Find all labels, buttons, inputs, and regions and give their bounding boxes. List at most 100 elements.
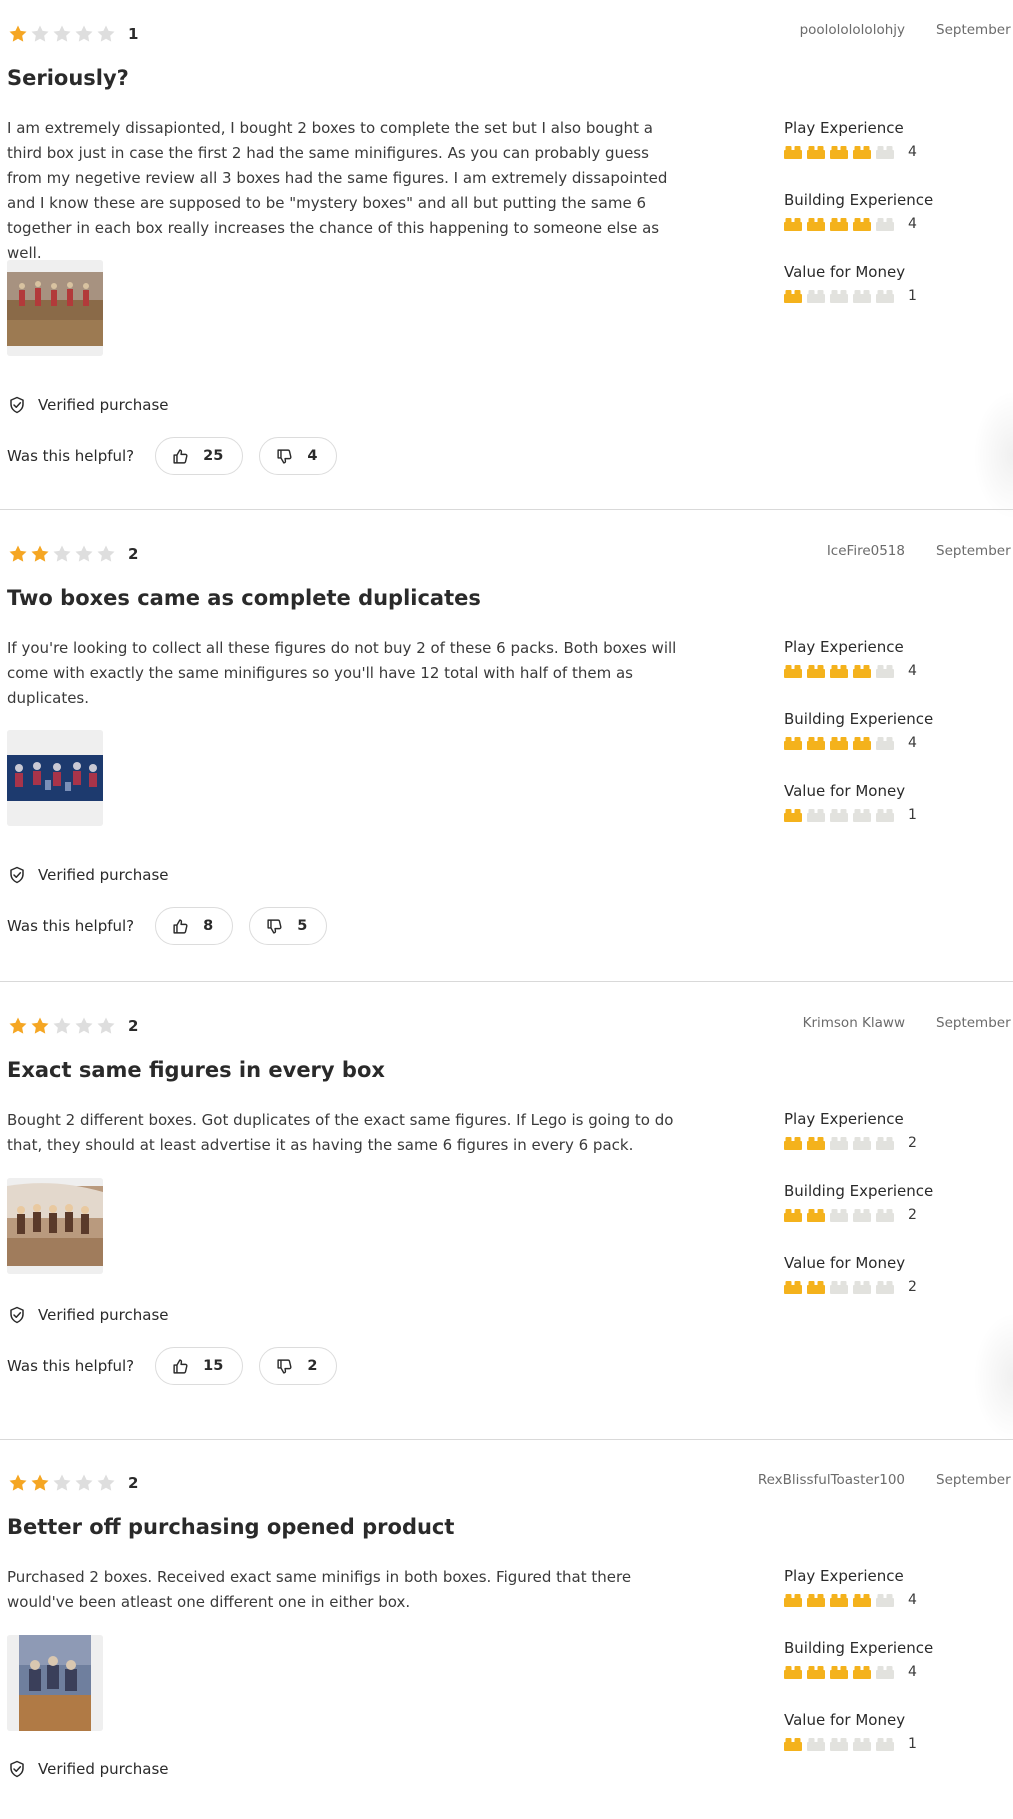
review-photo[interactable] [7, 730, 103, 826]
brick-filled-icon [830, 736, 848, 750]
attribute-rating: Value for Money 2 [784, 1254, 917, 1295]
attribute-value: 1 [908, 288, 917, 304]
brick-filled-icon [853, 1665, 871, 1679]
review-photo[interactable] [7, 260, 103, 356]
brick-empty-icon [876, 1665, 894, 1679]
attribute-label: Play Experience [784, 1567, 904, 1585]
brick-filled-icon [807, 217, 825, 231]
review-author[interactable]: Krimson Klaww [803, 1015, 905, 1031]
rating-value: 2 [128, 1017, 139, 1035]
thumbs-down-icon [277, 448, 292, 464]
attribute-value: 4 [908, 1592, 917, 1608]
helpful-row: Was this helpful? 25 4 [7, 437, 353, 475]
review-author[interactable]: RexBlissfulToaster100 [758, 1472, 905, 1488]
brick-filled-icon [784, 808, 802, 822]
verified-purchase: Verified purchase [8, 1760, 168, 1778]
star-empty-icon [97, 545, 115, 562]
helpful-no-button[interactable]: 2 [259, 1347, 338, 1385]
attribute-rating: Play Experience 4 [784, 638, 917, 679]
helpful-yes-button[interactable]: 8 [155, 907, 234, 945]
brick-rating: 4 [784, 735, 933, 751]
helpful-no-count: 4 [307, 448, 318, 464]
attribute-rating: Value for Money 1 [784, 1711, 917, 1752]
brick-empty-icon [876, 1208, 894, 1222]
helpful-no-button[interactable]: 5 [249, 907, 328, 945]
brick-filled-icon [807, 1208, 825, 1222]
helpful-label: Was this helpful? [7, 917, 135, 935]
attribute-value: 1 [908, 1736, 917, 1752]
brick-filled-icon [830, 1665, 848, 1679]
brick-empty-icon [876, 664, 894, 678]
review-photo[interactable] [7, 1635, 103, 1731]
star-empty-icon [53, 1474, 71, 1491]
brick-empty-icon [830, 1208, 848, 1222]
brick-filled-icon [784, 736, 802, 750]
attribute-rating: Building Experience 4 [784, 191, 933, 232]
star-filled-icon [31, 545, 49, 562]
review-title: Exact same figures in every box [7, 1058, 385, 1082]
star-filled-icon [9, 1474, 27, 1491]
brick-filled-icon [784, 1737, 802, 1751]
helpful-yes-button[interactable]: 25 [155, 437, 244, 475]
brick-empty-icon [807, 1737, 825, 1751]
star-empty-icon [31, 25, 49, 42]
shield-check-icon [10, 866, 24, 884]
helpful-yes-button[interactable]: 15 [155, 1347, 244, 1385]
star-filled-icon [9, 25, 27, 42]
brick-empty-icon [876, 808, 894, 822]
brick-filled-icon [807, 1280, 825, 1294]
brick-filled-icon [830, 1593, 848, 1607]
brick-empty-icon [830, 1136, 848, 1150]
thumbs-down-icon [277, 1358, 292, 1374]
brick-rating: 4 [784, 1592, 917, 1608]
star-rating [8, 1473, 118, 1493]
scroll-edge-shadow [973, 1312, 1013, 1442]
helpful-no-button[interactable]: 4 [259, 437, 338, 475]
attribute-rating: Building Experience 2 [784, 1182, 933, 1223]
review-photo[interactable] [7, 1178, 103, 1274]
star-empty-icon [97, 1017, 115, 1034]
star-filled-icon [9, 545, 27, 562]
star-filled-icon [31, 1474, 49, 1491]
verified-label: Verified purchase [38, 1306, 169, 1324]
review-body: Purchased 2 boxes. Received exact same m… [7, 1568, 632, 1611]
star-empty-icon [75, 1474, 93, 1491]
brick-rating: 1 [784, 807, 917, 823]
brick-filled-icon [784, 145, 802, 159]
attribute-value: 2 [908, 1135, 917, 1151]
brick-empty-icon [853, 289, 871, 303]
brick-filled-icon [807, 1665, 825, 1679]
brick-empty-icon [853, 1737, 871, 1751]
attribute-rating: Value for Money 1 [784, 782, 917, 823]
brick-rating: 4 [784, 663, 917, 679]
review-body: Bought 2 different boxes. Got duplicates… [7, 1111, 674, 1154]
brick-filled-icon [784, 1593, 802, 1607]
brick-rating: 1 [784, 1736, 917, 1752]
review-author[interactable]: IceFire0518 [827, 543, 905, 559]
attribute-label: Building Experience [784, 710, 934, 728]
brick-empty-icon [876, 1593, 894, 1607]
attribute-rating: Building Experience 4 [784, 1639, 933, 1680]
attribute-label: Value for Money [784, 782, 906, 800]
attribute-rating: Building Experience 4 [784, 710, 933, 751]
brick-filled-icon [807, 736, 825, 750]
brick-filled-icon [830, 217, 848, 231]
brick-filled-icon [853, 145, 871, 159]
attribute-label: Value for Money [784, 263, 906, 281]
brick-empty-icon [876, 1136, 894, 1150]
brick-filled-icon [853, 217, 871, 231]
rating-value: 1 [128, 25, 139, 43]
helpful-label: Was this helpful? [7, 1357, 135, 1375]
attribute-value: 1 [908, 807, 917, 823]
attribute-label: Building Experience [784, 1182, 934, 1200]
brick-filled-icon [807, 1593, 825, 1607]
verified-label: Verified purchase [38, 866, 169, 884]
brick-filled-icon [784, 664, 802, 678]
review-card: 2 Krimson Klaww September 4 Exact same f… [0, 981, 1013, 1442]
thumbs-up-icon [173, 1358, 188, 1374]
review-author[interactable]: poolololololohjy [800, 22, 905, 38]
star-filled-icon [31, 1017, 49, 1034]
review-title: Seriously? [7, 66, 129, 90]
verified-purchase: Verified purchase [8, 396, 168, 414]
helpful-row: Was this helpful? 8 5 [7, 907, 343, 945]
